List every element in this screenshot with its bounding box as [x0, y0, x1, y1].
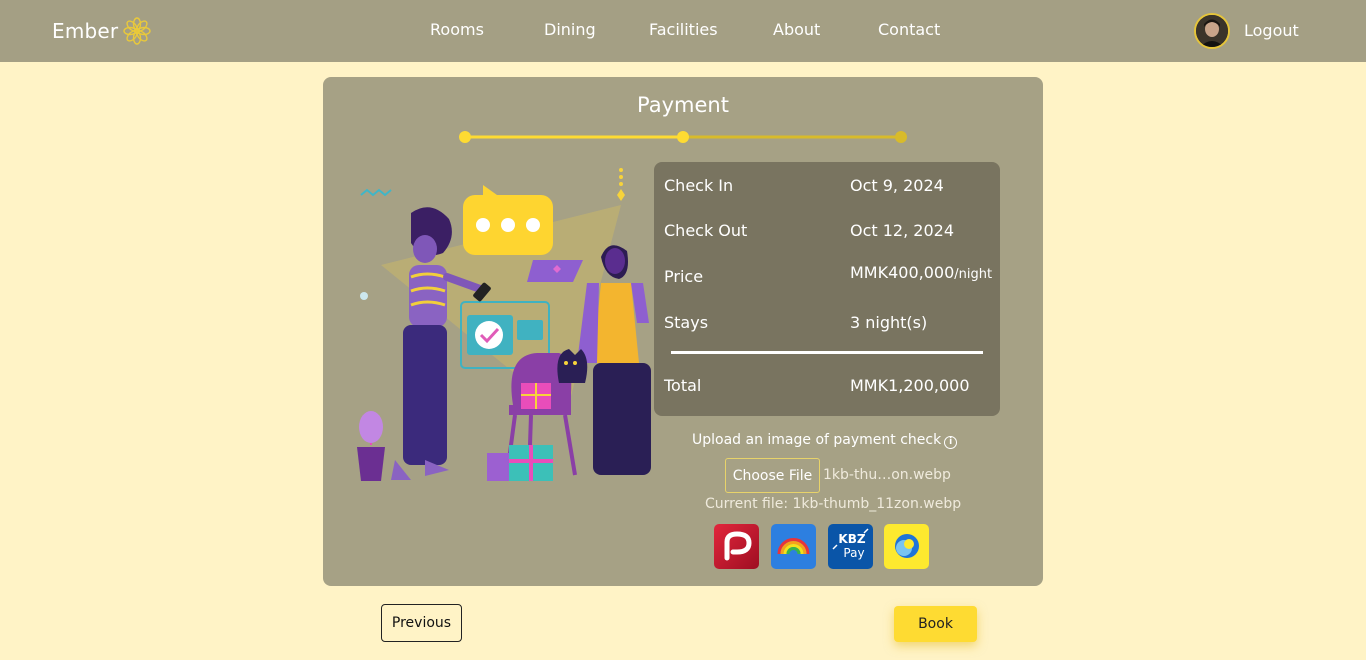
summary-divider [671, 351, 983, 354]
nav-link-dining[interactable]: Dining [544, 20, 596, 39]
user-avatar-image [1196, 15, 1228, 47]
current-file-text: Current file: 1kb-thumb_11zon.webp [705, 496, 962, 512]
price-value: MMK400,000 [850, 263, 955, 282]
logout-link[interactable]: Logout [1244, 21, 1299, 40]
selected-file-name: 1kb-thu…on.webp [823, 467, 951, 483]
price-label: Price [664, 267, 704, 286]
stays-label: Stays [664, 313, 709, 332]
nav-link-facilities[interactable]: Facilities [649, 20, 718, 39]
previous-button[interactable]: Previous [381, 604, 462, 642]
nav-link-rooms[interactable]: Rooms [430, 20, 484, 39]
uab-pay-icon[interactable] [771, 524, 816, 569]
info-icon[interactable]: i [944, 436, 958, 449]
step-dot-1 [459, 131, 471, 143]
checkout-value: Oct 12, 2024 [850, 221, 954, 240]
nav-link-contact[interactable]: Contact [878, 20, 940, 39]
upload-label-text: Upload an image of payment check [692, 432, 942, 448]
booking-summary: Check In Oct 9, 2024 Check Out Oct 12, 2… [654, 162, 1000, 416]
kbz-label-1: KBZ [838, 532, 865, 546]
choose-file-button[interactable]: Choose File [725, 458, 820, 493]
checkin-label: Check In [664, 176, 734, 195]
payment-card: Payment Check In Oct 9, 2024 Check Out O… [323, 77, 1043, 586]
brand-name: Ember [52, 19, 119, 43]
book-button[interactable]: Book [894, 606, 977, 642]
total-label: Total [664, 376, 702, 395]
wave-pay-icon[interactable] [884, 524, 929, 569]
stays-value: 3 night(s) [850, 313, 928, 332]
flower-logo-icon [123, 17, 152, 45]
kbz-label-2: Pay [843, 546, 864, 560]
navbar: Ember Rooms Dining Facilities About Cont… [0, 0, 1366, 62]
checkin-value: Oct 9, 2024 [850, 176, 944, 195]
payment-illustration [357, 168, 651, 481]
nav-link-about[interactable]: About [773, 20, 820, 39]
brand-logo[interactable]: Ember [52, 16, 152, 46]
user-avatar[interactable] [1194, 13, 1230, 49]
price-value-group: MMK400,000/night [850, 263, 992, 282]
total-value: MMK1,200,000 [850, 376, 970, 395]
upload-label: Upload an image of payment check i [692, 432, 958, 449]
progress-stepper [459, 131, 907, 143]
price-unit: /night [954, 267, 993, 282]
ayapay-icon[interactable] [714, 524, 759, 569]
checkout-label: Check Out [664, 221, 748, 240]
step-dot-3 [895, 131, 907, 143]
kbzpay-icon[interactable]: KBZ Pay [828, 524, 873, 569]
step-dot-2 [677, 131, 689, 143]
